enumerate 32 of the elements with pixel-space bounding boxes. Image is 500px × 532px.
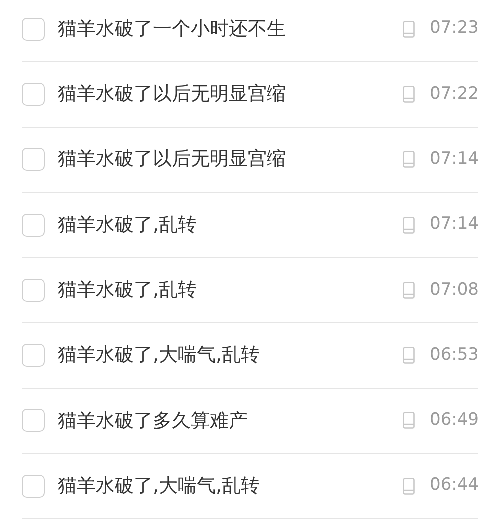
phone-icon [403,478,415,495]
search-time: 06:53 [430,344,478,367]
search-query[interactable]: 猫羊水破了以后无明显宫缩 [58,145,403,174]
search-query[interactable]: 猫羊水破了以后无明显宫缩 [58,80,403,109]
checkbox[interactable] [22,148,45,172]
search-time: 07:22 [430,82,478,106]
search-time: 07:08 [430,278,478,302]
search-query[interactable]: 猫羊水破了,大喘气,乱转 [58,472,403,500]
search-query[interactable]: 猫羊水破了,乱转 [58,210,403,240]
search-time: 06:44 [430,474,478,498]
phone-icon [403,347,415,364]
phone-icon [403,412,415,430]
phone-icon [403,20,415,38]
search-query[interactable]: 猫羊水破了,大喘气,乱转 [58,341,403,370]
search-query[interactable]: 猫羊水破了多久算难产 [58,406,403,436]
search-time: 06:49 [430,409,478,432]
checkbox[interactable] [22,214,45,237]
checkbox[interactable] [22,474,45,498]
phone-icon [403,151,415,168]
phone-icon [403,86,415,103]
checkbox[interactable] [22,82,45,106]
checkbox[interactable] [22,409,45,432]
search-time: 07:14 [430,213,478,236]
checkbox[interactable] [22,18,45,41]
search-query[interactable]: 猫羊水破了一个小时还不生 [58,14,403,44]
search-query[interactable]: 猫羊水破了,乱转 [58,276,403,305]
checkbox[interactable] [22,344,45,368]
search-time: 07:23 [430,17,478,40]
search-time: 07:14 [430,148,478,171]
phone-icon [403,216,415,234]
phone-icon [403,282,415,299]
checkbox[interactable] [22,278,45,302]
